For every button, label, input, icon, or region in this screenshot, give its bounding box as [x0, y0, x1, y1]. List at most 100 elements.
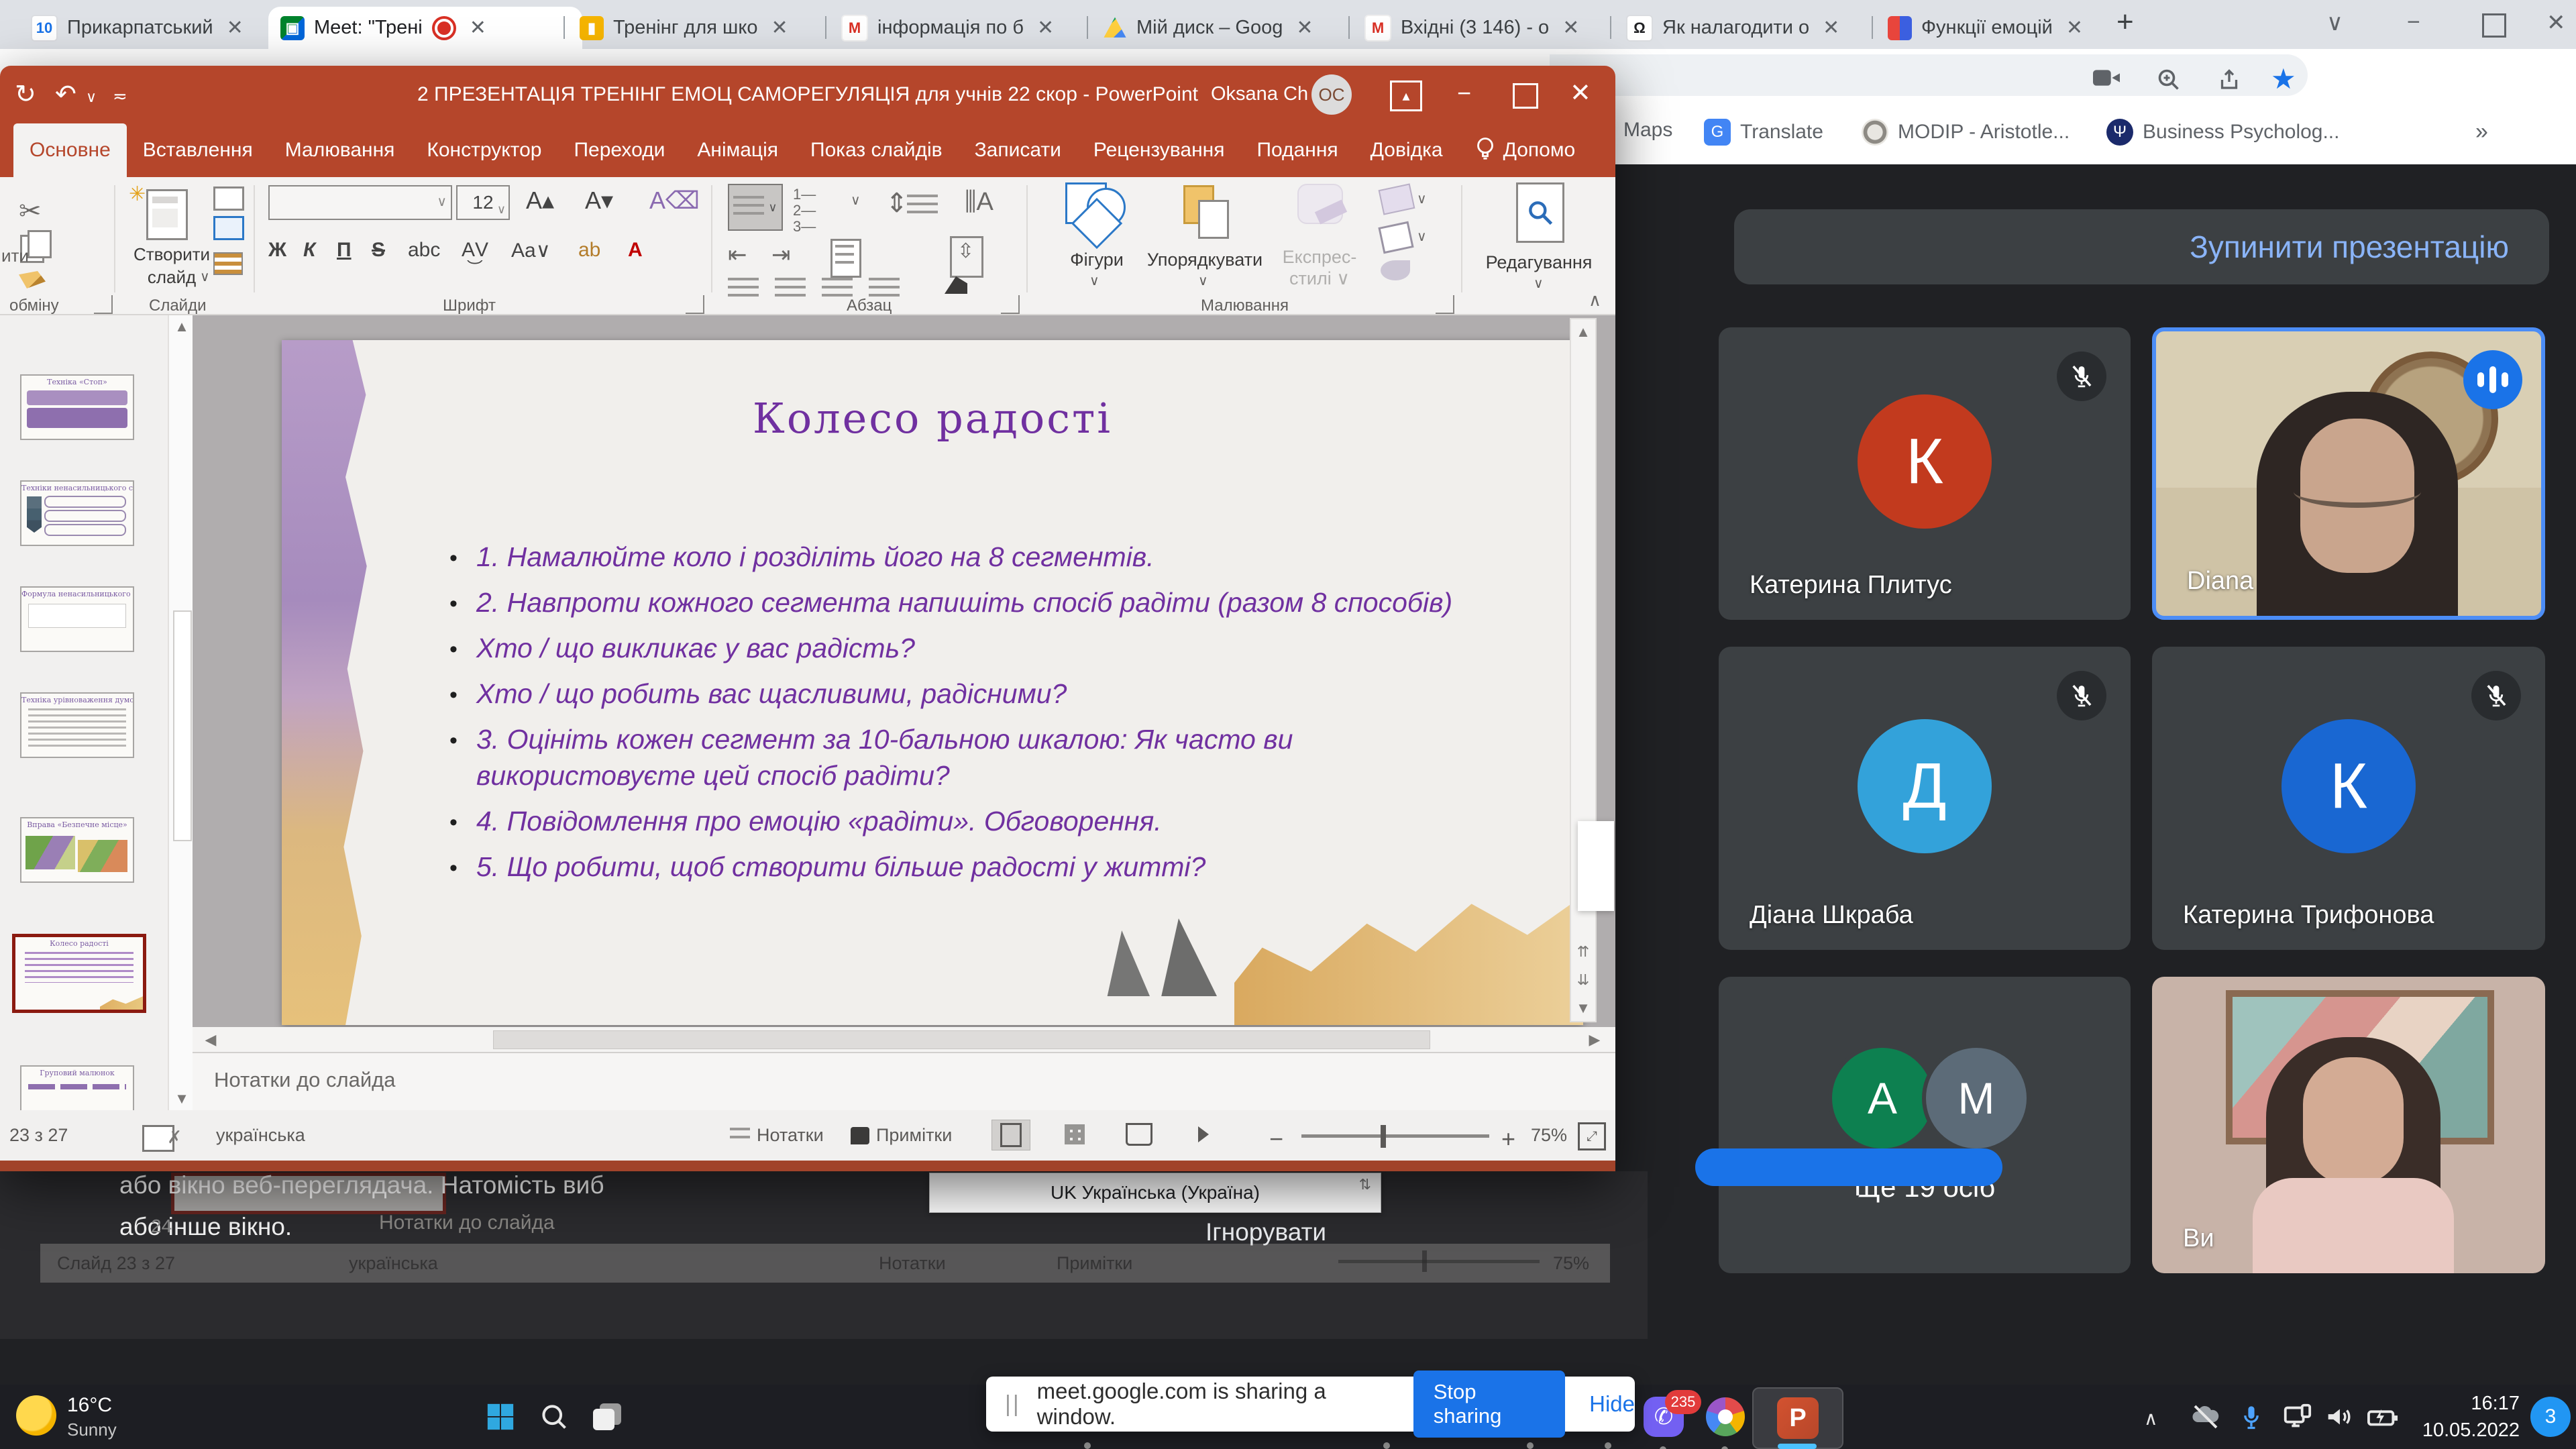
shape-fill-icon[interactable]: [1379, 183, 1415, 215]
bookmarks-overflow-chevron[interactable]: »: [2475, 119, 2488, 145]
participant-tile[interactable]: К Катерина Трифонова: [2152, 647, 2545, 950]
columns-icon[interactable]: [830, 239, 861, 278]
bullets-button-active[interactable]: ∨: [728, 184, 783, 231]
powerpoint-taskbar-active[interactable]: P: [1752, 1387, 1843, 1449]
onedrive-paused-icon[interactable]: [2184, 1395, 2227, 1438]
tellme-button[interactable]: Допомо: [1459, 123, 1592, 177]
slide-title[interactable]: Колесо радості: [282, 394, 1583, 443]
close-tab-icon[interactable]: ✕: [1562, 16, 1579, 40]
slide-vertical-scrollbar[interactable]: ▲ ⇈ ⇊ ▼: [1570, 318, 1597, 1022]
tab-gmail-info[interactable]: M інформація по б ✕: [829, 7, 1088, 49]
paint-icon[interactable]: [1704, 1395, 1747, 1438]
scrollbar-thumb[interactable]: [493, 1030, 1430, 1049]
decrease-indent-icon[interactable]: ⇤: [728, 241, 747, 268]
more-participants-tile[interactable]: А М Ще 19 осіб: [1719, 977, 2131, 1273]
microphone-in-use-icon[interactable]: [2230, 1395, 2273, 1438]
scroll-down-icon[interactable]: ▼: [172, 1090, 192, 1108]
paragraph-dialog-launcher[interactable]: [1001, 295, 1020, 314]
tab-drive[interactable]: Мій диск – Goog ✕: [1091, 7, 1350, 49]
ppt-close-button[interactable]: ✕: [1570, 78, 1591, 108]
weather-sun-icon[interactable]: [16, 1395, 56, 1436]
grow-font-icon[interactable]: A▴: [526, 186, 554, 215]
align-text-icon[interactable]: ⇳: [950, 236, 983, 278]
font-dialog-launcher[interactable]: [686, 295, 704, 314]
font-color-icon[interactable]: A: [628, 239, 643, 262]
font-name-combo[interactable]: ∨: [268, 185, 452, 220]
ppt-maximize-button[interactable]: [1513, 83, 1538, 109]
slide-thumbnail-partial[interactable]: Груповий малюнок: [20, 1065, 134, 1110]
scrollbar-thumb[interactable]: [173, 610, 192, 841]
tab-howto[interactable]: Ω Як налагодити о ✕: [1614, 7, 1873, 49]
close-tab-icon[interactable]: ✕: [1037, 16, 1054, 40]
zoom-percentage[interactable]: 75%: [1531, 1125, 1567, 1146]
slide-thumbnail[interactable]: Техніка урівноваження думок, емоцій, тіл…: [20, 692, 134, 758]
display-device-icon[interactable]: [2275, 1395, 2318, 1438]
notification-count-badge[interactable]: 3: [2530, 1397, 2571, 1437]
character-spacing-icon[interactable]: A͜V: [462, 239, 488, 262]
close-tab-icon[interactable]: ✕: [1823, 16, 1839, 40]
bookmark-modip[interactable]: MODIP - Aristotle...: [1862, 119, 2070, 146]
window-minimize-button[interactable]: −: [2407, 9, 2420, 36]
slide-canvas[interactable]: Колесо радості 1. Намалюйте коло і розді…: [282, 340, 1583, 1025]
thumbnail-scrollbar[interactable]: ▲ ▼: [168, 315, 194, 1110]
share-icon[interactable]: [2217, 68, 2241, 97]
stop-sharing-button[interactable]: Stop sharing: [1413, 1371, 1565, 1438]
tab-search-chevron-icon[interactable]: ∨: [2326, 9, 2343, 36]
arrange-button[interactable]: Упорядкувати ∨: [1144, 182, 1265, 290]
shape-outline-icon[interactable]: [1378, 221, 1413, 254]
bold-button[interactable]: Ж: [268, 239, 286, 262]
italic-button[interactable]: К: [303, 239, 315, 262]
tab-meet-active[interactable]: ▣ Meet: "Трені ✕: [268, 7, 582, 49]
ribbon-tab-record[interactable]: Записати: [959, 123, 1077, 177]
reading-view-button[interactable]: [1120, 1120, 1158, 1149]
shrink-font-icon[interactable]: A▾: [585, 186, 613, 215]
scroll-up-icon[interactable]: ▲: [1573, 323, 1593, 341]
tab-calendar[interactable]: 10 Прикарпатський ✕: [19, 7, 278, 49]
slide-thumbnail[interactable]: Техніки ненасильницького спілкування: [20, 480, 134, 546]
ribbon-tab-design[interactable]: Конструктор: [411, 123, 557, 177]
shapes-button[interactable]: Фігури ∨: [1053, 182, 1140, 290]
pause-sharing-icon[interactable]: ||: [1005, 1391, 1021, 1417]
scroll-down-icon[interactable]: ▼: [1573, 1000, 1593, 1017]
smartart-icon[interactable]: [945, 276, 967, 294]
slide-horizontal-scrollbar[interactable]: ◀ ▶: [193, 1027, 1615, 1052]
tray-date[interactable]: 10.05.2022: [2412, 1419, 2520, 1442]
weather-temperature[interactable]: 16°C: [67, 1394, 112, 1417]
slide-thumbnail-selected[interactable]: Колесо радості: [12, 934, 146, 1013]
tray-expand-chevron-icon[interactable]: ∧: [2144, 1407, 2158, 1430]
participant-tile[interactable]: К Катерина Плитус: [1719, 327, 2131, 620]
participant-tile[interactable]: Д Діана Шкраба: [1719, 647, 2131, 950]
ribbon-tab-draw[interactable]: Малювання: [269, 123, 411, 177]
accessibility-icon[interactable]: ✗: [142, 1125, 174, 1152]
tab-emotions[interactable]: Функції емоцій ✕: [1876, 7, 2128, 49]
ribbon-tab-help[interactable]: Довідка: [1354, 123, 1459, 177]
numbering-icon[interactable]: 1—2—3—: [793, 186, 816, 235]
increase-indent-icon[interactable]: ⇥: [771, 241, 791, 268]
zoom-slider-thumb[interactable]: [1381, 1125, 1386, 1148]
scroll-right-icon[interactable]: ▶: [1585, 1031, 1605, 1049]
align-left-icon[interactable]: [728, 278, 759, 298]
window-close-button[interactable]: ✕: [2546, 9, 2566, 36]
underline-button[interactable]: П: [337, 239, 352, 262]
viber-icon[interactable]: ✆ 235: [1642, 1395, 1685, 1438]
font-size-combo[interactable]: 12∨: [456, 185, 510, 220]
previous-slide-icon[interactable]: ⇈: [1573, 943, 1593, 961]
ribbon-tab-home[interactable]: Основне: [13, 123, 127, 177]
clear-formatting-icon[interactable]: A⌫: [649, 186, 700, 215]
start-button[interactable]: [479, 1395, 522, 1438]
zoom-icon[interactable]: [2157, 68, 2181, 97]
shape-effects-icon[interactable]: [1381, 260, 1410, 280]
notes-pane[interactable]: Нотатки до слайда: [193, 1052, 1615, 1112]
slide-bullet-list[interactable]: 1. Намалюйте коло і розділіть його на 8 …: [449, 539, 1476, 894]
strikethrough-button[interactable]: S: [372, 239, 385, 262]
close-tab-icon[interactable]: ✕: [771, 16, 788, 40]
section-icon[interactable]: [213, 252, 243, 275]
account-avatar[interactable]: OC: [1311, 74, 1352, 115]
tab-gmail-inbox[interactable]: M Вхідні (3 146) - o ✕: [1352, 7, 1611, 49]
scroll-up-icon[interactable]: ▲: [172, 318, 192, 335]
cut-icon[interactable]: ✂: [19, 196, 42, 227]
bookmark-star-icon[interactable]: ★: [2271, 62, 2296, 95]
bookmark-business-psychology[interactable]: Ψ Business Psycholog...: [2106, 119, 2339, 146]
close-tab-icon[interactable]: ✕: [470, 16, 486, 40]
slide-thumbnail[interactable]: Формула ненасильницького спілкування М.Р…: [20, 586, 134, 652]
